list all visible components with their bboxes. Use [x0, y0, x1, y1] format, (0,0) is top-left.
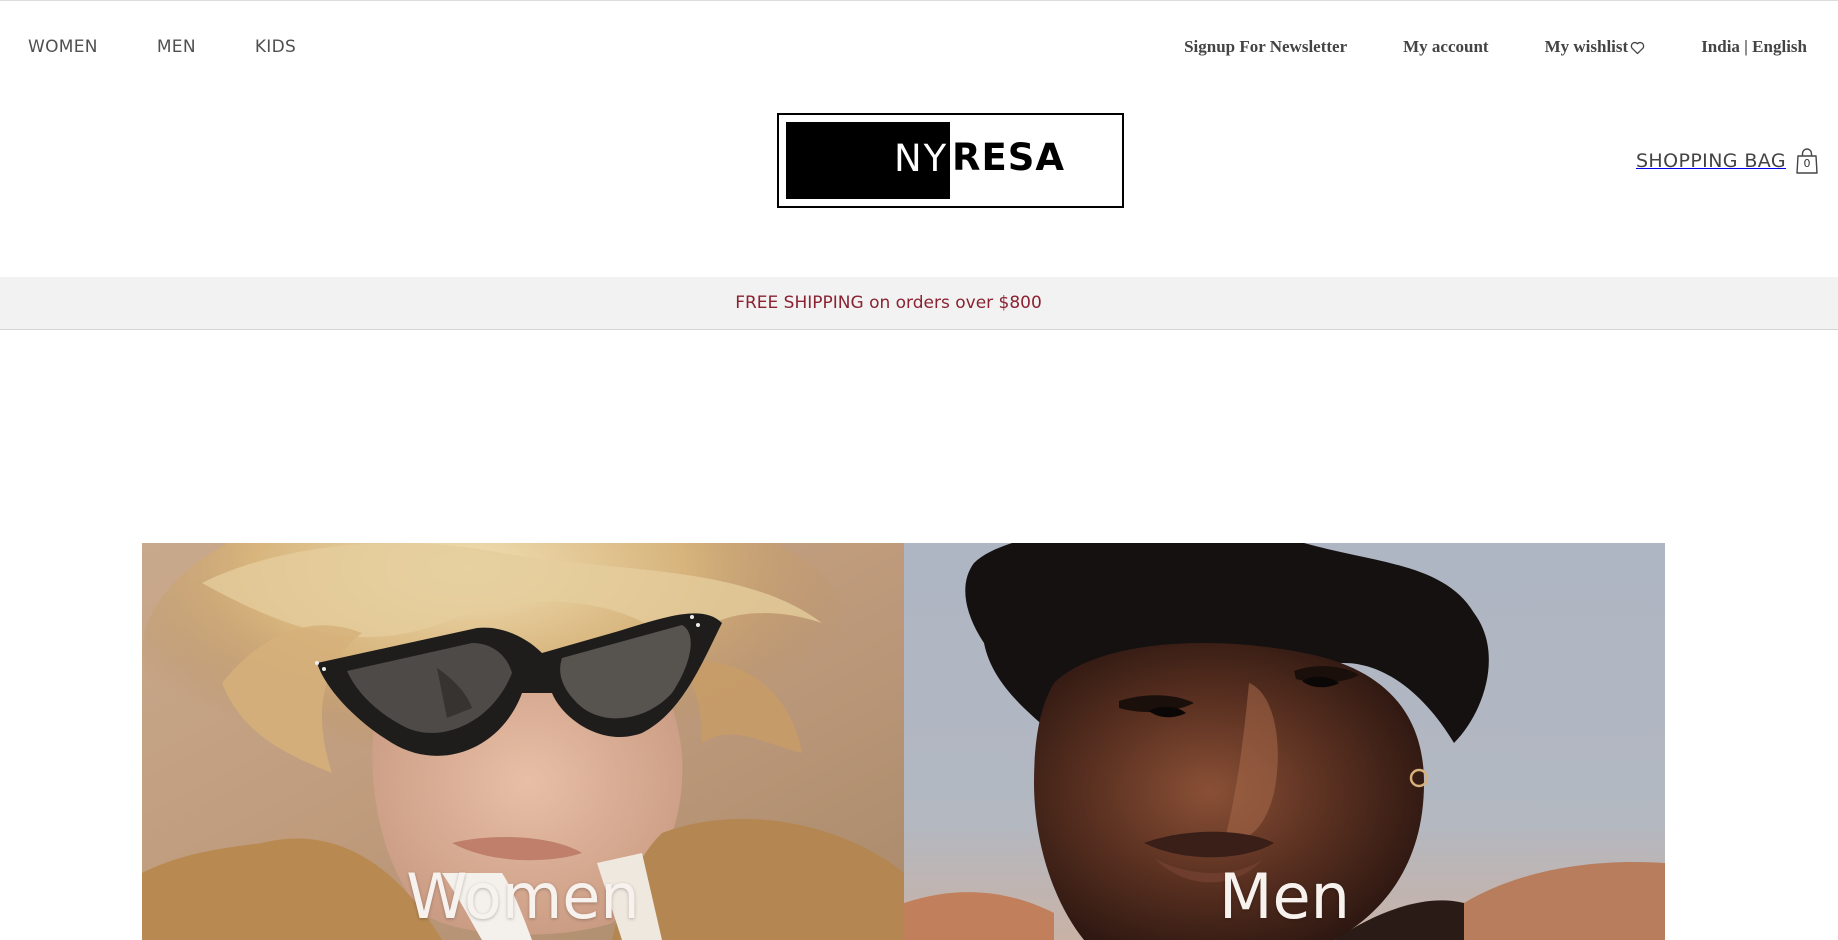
- locale-selector[interactable]: India | English: [1701, 37, 1807, 57]
- top-navigation: WOMEN MEN KIDS Signup For Newsletter My …: [0, 0, 1838, 94]
- category-hero: Women Men: [142, 543, 1665, 940]
- category-nav: WOMEN MEN KIDS: [28, 37, 355, 57]
- nav-kids-link[interactable]: KIDS: [255, 37, 296, 57]
- utility-nav: Signup For Newsletter My account My wish…: [1128, 37, 1807, 57]
- men-category-card[interactable]: Men: [904, 543, 1665, 940]
- newsletter-signup-link[interactable]: Signup For Newsletter: [1184, 37, 1347, 57]
- men-category-title: Men: [1219, 860, 1350, 933]
- nav-men-link[interactable]: MEN: [157, 37, 196, 57]
- site-logo[interactable]: NY RESA: [777, 113, 1124, 208]
- my-account-link[interactable]: My account: [1403, 37, 1488, 57]
- promo-banner: FREE SHIPPING on orders over $800: [0, 277, 1838, 330]
- cart-count: 0: [1803, 157, 1811, 170]
- my-wishlist-link[interactable]: My wishlist: [1545, 37, 1646, 57]
- wishlist-label: My wishlist: [1544, 37, 1629, 56]
- shopping-bag-button[interactable]: SHOPPING BAG 0: [1636, 147, 1818, 175]
- logo-text-ny: NY: [894, 137, 949, 180]
- heart-icon: [1630, 40, 1645, 55]
- women-category-title: Women: [406, 860, 640, 933]
- shopping-bag-icon: 0: [1796, 147, 1818, 175]
- shopping-bag-label: SHOPPING BAG: [1635, 150, 1786, 172]
- free-shipping-message: FREE SHIPPING on orders over $800: [735, 293, 1042, 313]
- logo-text-resa: RESA: [952, 136, 1066, 179]
- nav-women-link[interactable]: WOMEN: [28, 37, 98, 57]
- women-category-card[interactable]: Women: [142, 543, 904, 940]
